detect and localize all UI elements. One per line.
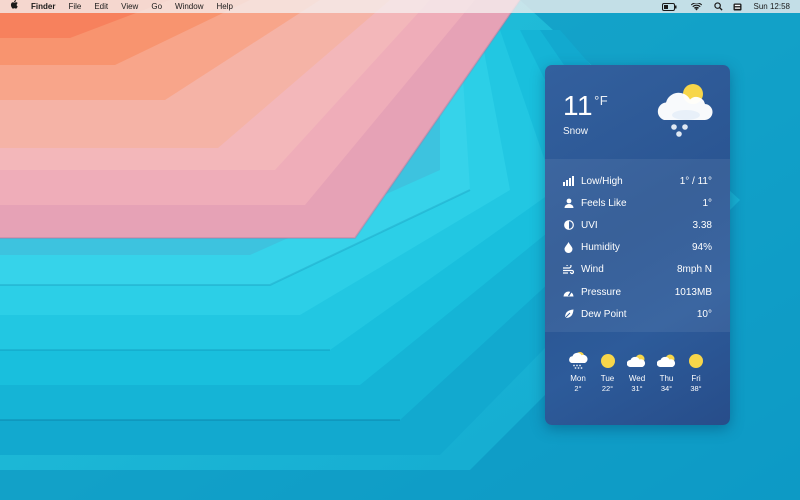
detail-label: Pressure [581,286,622,298]
detail-row-humidity: Humidity 94% [545,240,730,256]
sun-icon [681,351,711,371]
detail-value: 1° [702,197,712,209]
bar-chart-icon [563,176,574,187]
forecast-day: Fri 38° [681,351,711,393]
forecast-day-name: Mon [570,374,586,383]
forecast-day-temp: 38° [690,384,702,393]
forecast-day-temp: 34° [660,384,673,393]
detail-label: Wind [581,264,604,276]
half-circle-icon [563,220,574,231]
forecast-day-temp: 31° [631,384,643,393]
weather-details: Low/High 1° / 11° Feels Like 1° UVI 3.38 Humid… [545,159,730,332]
snow-cloud-icon [563,351,593,371]
wind-icon [563,264,574,275]
detail-row-dew-point: Dew Point 10° [545,306,730,322]
menu-help[interactable]: Help [216,0,232,13]
forecast-day-name: Fri [691,374,701,383]
menu-view[interactable]: View [121,0,138,13]
forecast-day: Tue 22° [593,351,623,393]
temperature-unit: °F [594,93,609,108]
forecast-day: Thu 34° [652,351,682,393]
weather-widget[interactable]: 11°F Snow Low/High 1° / 11° Feels Like 1° UV… [545,65,730,425]
menu-app-name[interactable]: Finder [31,0,55,13]
forecast-day-temp: 22° [601,384,614,393]
detail-row-pressure: Pressure 1013MB [545,284,730,300]
detail-row-low-high: Low/High 1° / 11° [545,173,730,189]
detail-label: UVI [581,219,598,231]
detail-value: 94% [691,242,712,254]
detail-row-feels-like: Feels Like 1° [545,195,730,211]
menu-bar: Finder File Edit View Go Window Help Sun… [0,0,800,13]
menu-clock[interactable]: Sun 12:58 [754,0,790,13]
cloud-sun-snow-icon [653,83,715,146]
detail-value: 1° / 11° [679,175,712,187]
sun-icon [593,351,623,371]
partly-cloudy-icon [652,351,682,371]
control-center-icon[interactable] [733,2,742,11]
forecast-day-name: Wed [628,374,646,383]
search-icon[interactable] [713,2,723,11]
detail-label: Dew Point [581,308,627,320]
forecast-strip: Mon 2° Tue 22° Wed 31° Thu 34° Fri 38° [545,351,730,411]
detail-value: 3.38 [692,219,712,231]
apple-icon[interactable] [10,0,18,13]
gauge-icon [563,287,574,298]
detail-row-wind: Wind 8mph N [545,262,730,278]
droplet-icon [563,242,574,254]
detail-label: Humidity [581,242,620,254]
menu-file[interactable]: File [68,0,81,13]
condition-label: Snow [563,126,589,137]
detail-label: Feels Like [581,197,627,209]
current-weather: 11°F Snow [545,65,730,159]
detail-label: Low/High [581,175,623,187]
menu-edit[interactable]: Edit [94,0,108,13]
menu-window[interactable]: Window [175,0,203,13]
temperature-value: 11 [563,90,594,121]
detail-row-uvi: UVI 3.38 [545,217,730,233]
person-icon [563,198,574,209]
partly-cloudy-icon [622,351,652,371]
leaf-icon [563,309,574,320]
menu-go[interactable]: Go [151,0,162,13]
detail-value: 1013MB [674,286,712,298]
detail-value: 8mph N [676,264,712,276]
forecast-day-name: Thu [659,374,674,383]
detail-value: 10° [696,308,712,320]
forecast-day: Mon 2° [563,351,593,393]
forecast-day: Wed 31° [622,351,652,393]
current-temperature: 11°F [563,90,608,122]
wifi-icon[interactable] [690,2,702,11]
forecast-day-name: Tue [600,374,615,383]
battery-icon[interactable] [661,2,677,11]
forecast-day-temp: 2° [574,384,582,393]
